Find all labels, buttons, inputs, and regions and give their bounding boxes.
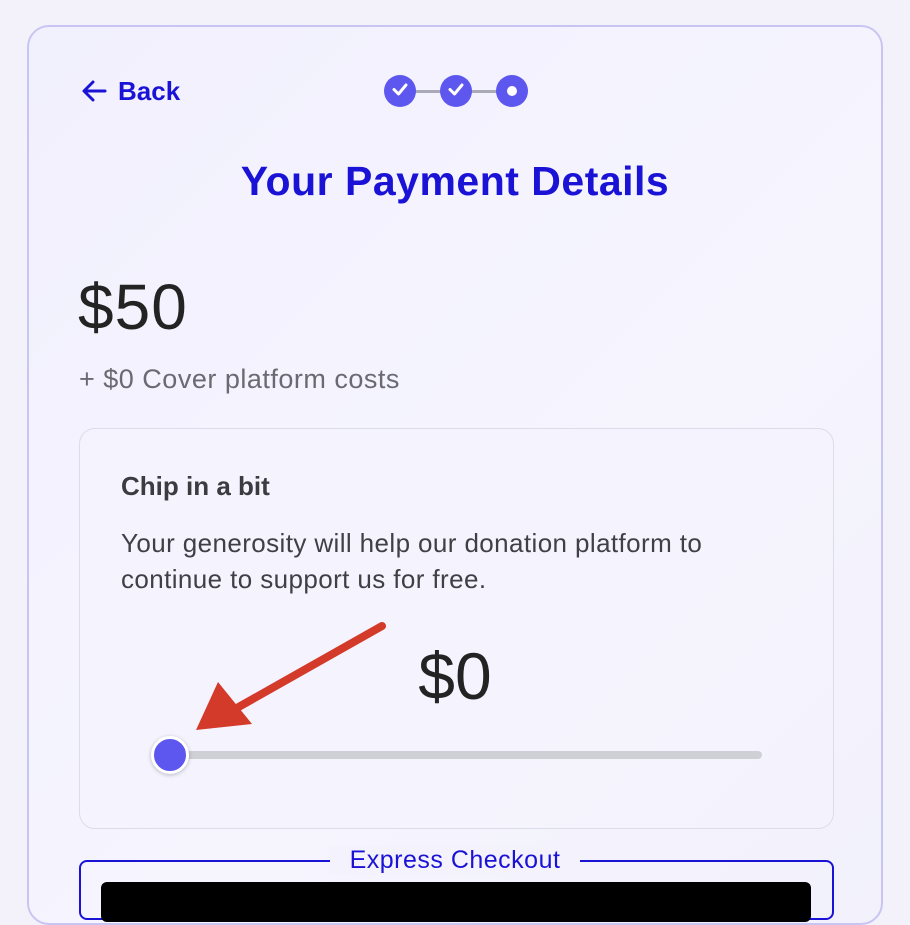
- tip-slider-thumb[interactable]: [151, 736, 189, 774]
- progress-stepper: [383, 74, 529, 108]
- annotation-arrow-icon: [196, 622, 386, 730]
- step-1-completed: [384, 75, 416, 107]
- chip-in-description: Your generosity will help our donation p…: [121, 528, 703, 594]
- back-label: Back: [118, 75, 181, 106]
- step-2-completed: [440, 75, 472, 107]
- current-step-dot-icon: [507, 86, 517, 96]
- check-icon: [391, 80, 409, 103]
- chip-in-title: Chip in a bit: [121, 471, 270, 501]
- express-checkout-button[interactable]: [101, 882, 811, 922]
- donation-amount: $50: [78, 271, 188, 343]
- page-title: Your Payment Details: [240, 158, 670, 204]
- chip-in-amount: $0: [418, 639, 492, 713]
- step-3-current: [496, 75, 528, 107]
- check-icon: [447, 80, 465, 103]
- back-button[interactable]: Back: [80, 74, 180, 108]
- tip-slider-track[interactable]: [170, 751, 762, 759]
- arrow-left-icon: [80, 77, 108, 105]
- cover-costs-text: + $0 Cover platform costs: [79, 364, 400, 394]
- express-checkout-label: Express Checkout: [329, 846, 581, 874]
